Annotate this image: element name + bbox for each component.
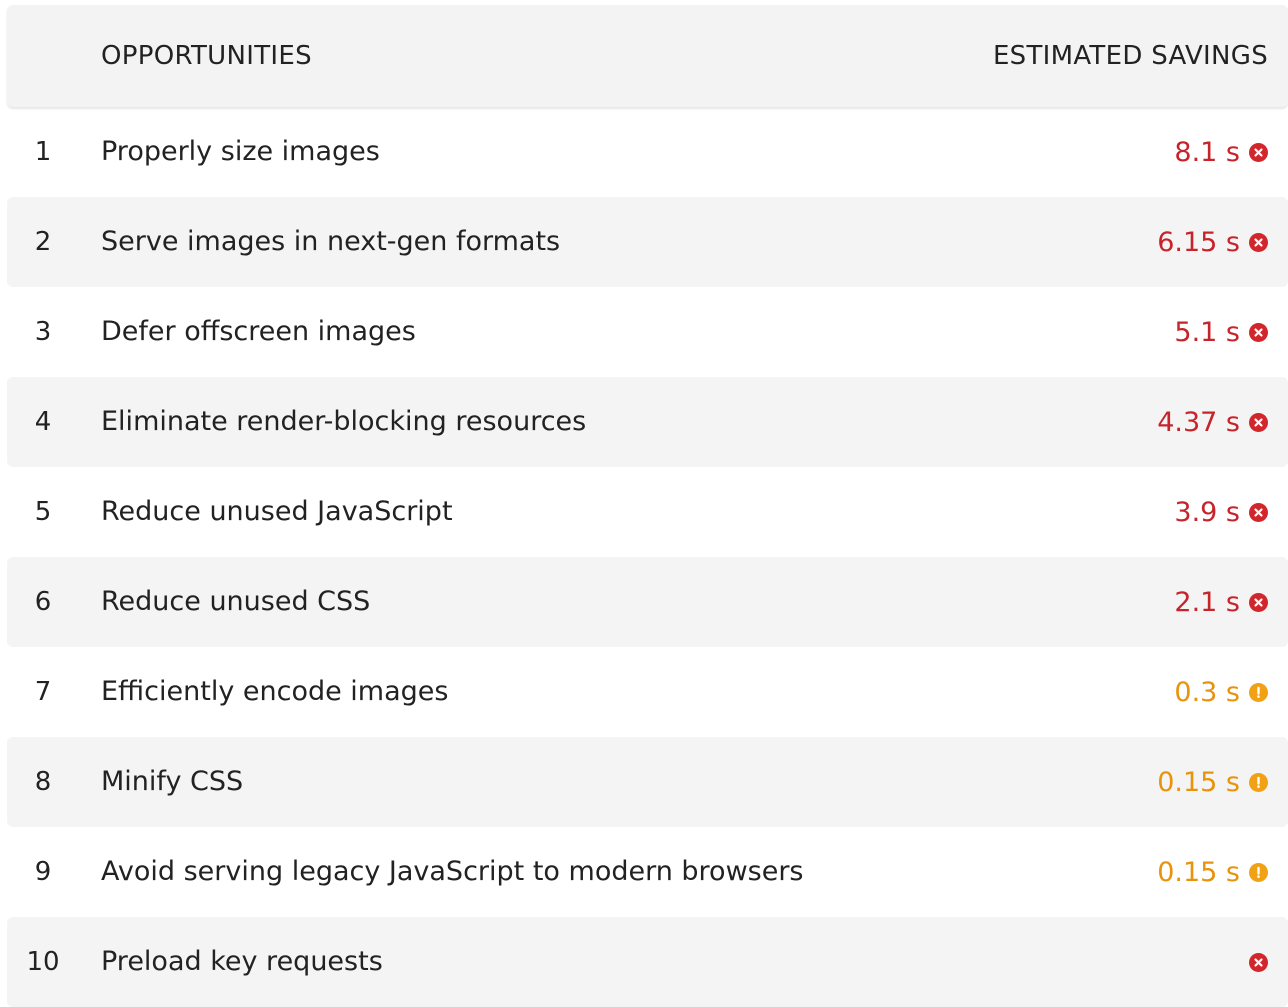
estimated-savings: 0.3 s <box>1174 647 1268 737</box>
table-row[interactable]: 8 Minify CSS 0.15 s <box>7 737 1288 827</box>
error-x-icon <box>1249 232 1268 252</box>
error-x-icon <box>1249 592 1268 612</box>
estimated-savings: 8.1 s <box>1174 107 1268 197</box>
error-x-icon <box>1249 412 1268 432</box>
row-number: 5 <box>34 497 52 527</box>
estimated-savings: 2.1 s <box>1174 557 1268 647</box>
savings-value: 3.9 s <box>1174 496 1240 528</box>
table-row[interactable]: 2 Serve images in next-gen formats 6.15 s <box>7 197 1288 287</box>
opportunity-title: Efficiently encode images <box>101 676 449 707</box>
estimated-savings <box>1240 917 1268 1007</box>
warning-exclamation-icon <box>1249 862 1268 882</box>
table-row[interactable]: 4 Eliminate render-blocking resources 4.37… <box>7 377 1288 467</box>
error-x-icon <box>1249 502 1268 522</box>
row-number: 2 <box>34 227 52 257</box>
error-x-icon <box>1249 322 1268 342</box>
opportunity-title: Eliminate render-blocking resources <box>101 406 587 437</box>
opportunity-title: Avoid serving legacy JavaScript to moder… <box>101 856 804 887</box>
row-number: 10 <box>26 947 60 977</box>
savings-value: 0.15 s <box>1157 856 1240 888</box>
row-number: 1 <box>34 137 52 167</box>
opportunities-column-header: OPPORTUNITIES <box>101 41 312 71</box>
row-number: 4 <box>34 407 52 437</box>
opportunity-title: Preload key requests <box>101 946 383 977</box>
savings-value: 0.15 s <box>1157 766 1240 798</box>
estimated-savings: 6.15 s <box>1157 197 1268 287</box>
table-row[interactable]: 6 Reduce unused CSS 2.1 s <box>7 557 1288 647</box>
opportunities-table: OPPORTUNITIES ESTIMATED SAVINGS 1 Properl… <box>7 5 1288 1007</box>
opportunity-title: Properly size images <box>101 136 380 167</box>
estimated-savings: 3.9 s <box>1174 467 1268 557</box>
table-row[interactable]: 7 Efficiently encode images 0.3 s <box>7 647 1288 737</box>
opportunities-list: 1 Properly size images 8.1 s 2 Serve images … <box>7 107 1288 1007</box>
savings-value: 8.1 s <box>1174 136 1240 168</box>
table-row[interactable]: 9 Avoid serving legacy JavaScript to mode… <box>7 827 1288 917</box>
row-number: 8 <box>34 767 52 797</box>
row-number: 6 <box>34 587 52 617</box>
savings-value: 0.3 s <box>1174 676 1240 708</box>
savings-value: 5.1 s <box>1174 316 1240 348</box>
table-row[interactable]: 10 Preload key requests <box>7 917 1288 1007</box>
table-row[interactable]: 5 Reduce unused JavaScript 3.9 s <box>7 467 1288 557</box>
row-number: 9 <box>34 857 52 887</box>
warning-exclamation-icon <box>1249 682 1268 702</box>
error-x-icon <box>1249 952 1268 972</box>
opportunity-title: Reduce unused JavaScript <box>101 496 453 527</box>
savings-value: 2.1 s <box>1174 586 1240 618</box>
table-header: OPPORTUNITIES ESTIMATED SAVINGS <box>7 5 1288 107</box>
opportunity-title: Minify CSS <box>101 766 244 797</box>
estimated-savings: 0.15 s <box>1157 827 1268 917</box>
estimated-savings: 4.37 s <box>1157 377 1268 467</box>
row-number: 3 <box>34 317 52 347</box>
savings-value: 6.15 s <box>1157 226 1240 258</box>
estimated-savings-column-header: ESTIMATED SAVINGS <box>992 41 1268 71</box>
error-x-icon <box>1249 142 1268 162</box>
opportunity-title: Defer offscreen images <box>101 316 416 347</box>
table-row[interactable]: 3 Defer offscreen images 5.1 s <box>7 287 1288 377</box>
row-number: 7 <box>34 677 52 707</box>
opportunity-title: Reduce unused CSS <box>101 586 371 617</box>
table-row[interactable]: 1 Properly size images 8.1 s <box>7 107 1288 197</box>
opportunity-title: Serve images in next-gen formats <box>101 226 561 257</box>
savings-value: 4.37 s <box>1157 406 1240 438</box>
estimated-savings: 0.15 s <box>1157 737 1268 827</box>
estimated-savings: 5.1 s <box>1174 287 1268 377</box>
warning-exclamation-icon <box>1249 772 1268 792</box>
